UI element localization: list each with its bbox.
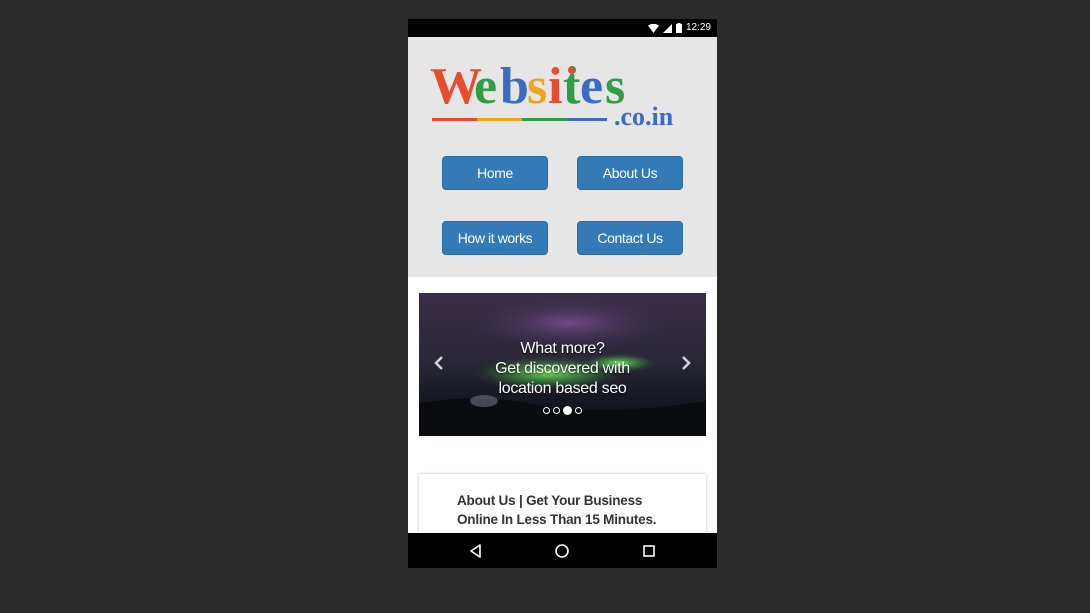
recents-icon[interactable] [640, 542, 658, 560]
site-logo[interactable]: W e b s i t e s .co.in [430, 57, 696, 129]
system-nav-bar [408, 533, 717, 568]
carousel-indicator-3[interactable] [563, 406, 572, 415]
signal-icon [662, 23, 672, 33]
chevron-right-icon[interactable] [678, 355, 694, 373]
caption-line-3: location based seo [498, 380, 627, 397]
chevron-left-icon[interactable] [431, 355, 447, 373]
svg-text:e: e [474, 58, 497, 115]
nav-about-button[interactable]: About Us [577, 156, 683, 190]
site-header: W e b s i t e s .co.in Home About Us How… [408, 37, 717, 277]
carousel-indicator-1[interactable] [543, 407, 550, 414]
status-bar: 12:29 [408, 19, 717, 37]
svg-text:s: s [527, 58, 547, 115]
home-icon[interactable] [553, 542, 571, 560]
nav-home-button[interactable]: Home [442, 156, 548, 190]
phone-screen: 12:29 W e b s i t e s .co.in Home About … [408, 19, 717, 568]
svg-text:i: i [548, 58, 562, 115]
svg-text:.co.in: .co.in [614, 102, 674, 129]
carousel-indicator-2[interactable] [553, 407, 560, 414]
about-heading: About Us | Get Your Business Online In L… [457, 491, 677, 529]
status-time: 12:29 [685, 22, 711, 33]
about-heading-line-2: Online In Less Than 15 Minutes. [457, 512, 657, 527]
nav-how-it-works-button[interactable]: How it works [442, 221, 548, 255]
wifi-icon [647, 23, 659, 33]
about-heading-line-1: About Us | Get Your Business [457, 493, 643, 508]
carousel-caption: What more? Get discovered with location … [419, 339, 706, 399]
back-icon[interactable] [467, 542, 485, 560]
svg-text:b: b [500, 58, 529, 115]
carousel-indicator-4[interactable] [575, 407, 582, 414]
caption-line-2: Get discovered with [495, 360, 630, 377]
svg-text:e: e [580, 58, 603, 115]
carousel-indicators [419, 406, 706, 415]
nav-contact-button[interactable]: Contact Us [577, 221, 683, 255]
hero-carousel[interactable]: What more? Get discovered with location … [419, 293, 706, 436]
caption-line-1: What more? [520, 340, 605, 357]
battery-icon [675, 23, 682, 33]
